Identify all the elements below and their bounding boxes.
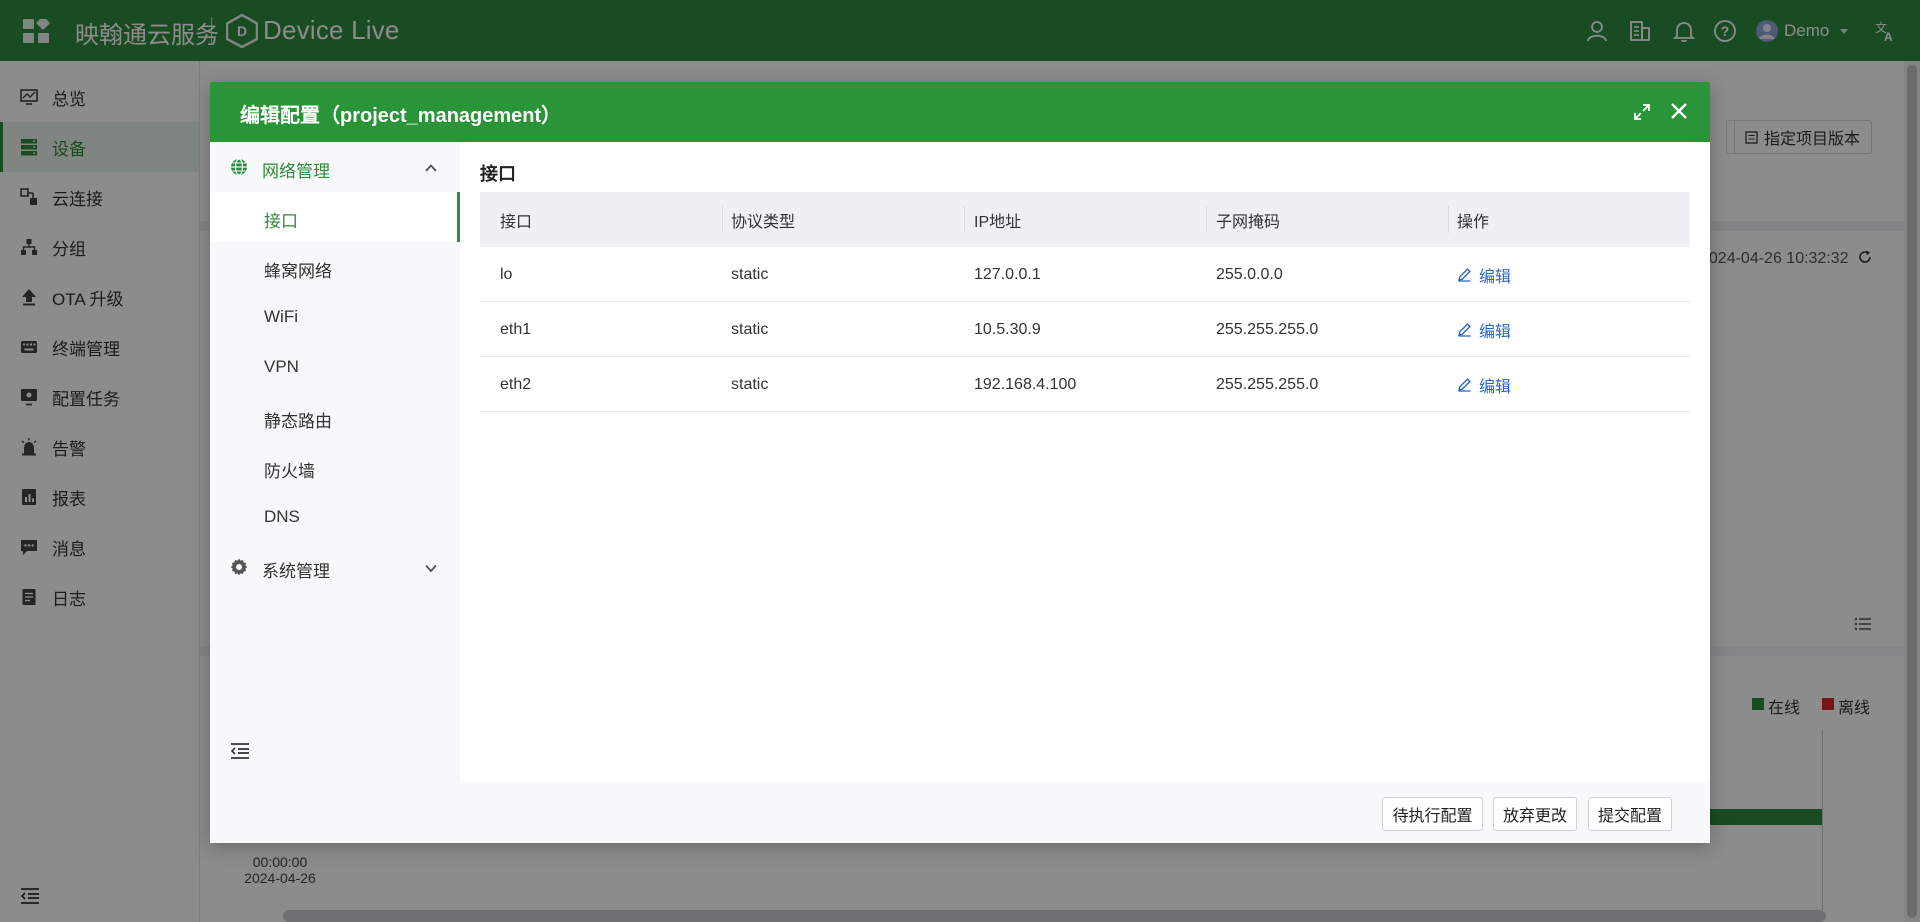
menu-item-label: DNS xyxy=(264,507,300,526)
dialog-footer: 待执行配置 放弃更改 提交配置 xyxy=(210,783,1710,843)
cell-ip-address: 192.168.4.100 xyxy=(974,375,1077,393)
menu-section-network[interactable]: 网络管理 xyxy=(210,142,460,192)
column-header-netmask: 子网掩码 xyxy=(1216,213,1281,231)
menu-item-label: VPN xyxy=(264,357,299,376)
edit-button[interactable]: 编辑 xyxy=(1457,318,1511,342)
edit-label: 编辑 xyxy=(1479,268,1512,286)
cell-protocol: static xyxy=(731,320,769,338)
cell-ip-address: 127.0.0.1 xyxy=(974,265,1041,283)
cell-netmask: 255.0.0.0 xyxy=(1216,265,1283,283)
dialog-header: 编辑配置（project_management） xyxy=(210,82,1710,142)
cell-protocol: static xyxy=(731,375,769,393)
cell-netmask: 255.255.255.0 xyxy=(1216,375,1319,393)
menu-item-label: 蜂窝网络 xyxy=(264,262,332,281)
edit-pencil-icon xyxy=(1458,378,1471,392)
cell-ip-address: 10.5.30.9 xyxy=(974,320,1041,338)
menu-section-system-label: 系统管理 xyxy=(262,562,330,581)
table-header: 接口 协议类型 IP地址 子网掩码 操作 xyxy=(480,192,1690,247)
config-menu: 网络管理 接口蜂窝网络 WiFi VPN 静态路由防火墙 DNS 系统管理 xyxy=(210,142,460,783)
column-separator xyxy=(1206,206,1207,233)
discard-changes-button[interactable]: 放弃更改 xyxy=(1493,797,1577,831)
globe-icon xyxy=(231,158,247,176)
edit-label: 编辑 xyxy=(1479,378,1512,396)
column-header-interface: 接口 xyxy=(500,213,533,231)
chevron-down-icon xyxy=(425,564,437,573)
menu-item[interactable]: 防火墙 xyxy=(210,442,460,492)
menu-item[interactable]: VPN xyxy=(210,342,460,392)
section-title: 接口 xyxy=(480,164,516,184)
pending-config-button[interactable]: 待执行配置 xyxy=(1382,797,1483,831)
edit-config-dialog: 编辑配置（project_management） 网络管理 接口蜂窝网络 WiFi… xyxy=(210,82,1710,843)
edit-button[interactable]: 编辑 xyxy=(1457,263,1511,287)
menu-item[interactable]: 静态路由 xyxy=(210,392,460,442)
gear-icon xyxy=(230,558,248,576)
config-content: 接口 接口 协议类型 IP地址 子网掩码 操作 lo static 127.0.0.… xyxy=(460,142,1710,783)
column-separator xyxy=(1448,206,1449,233)
column-header-ip: IP地址 xyxy=(974,213,1022,231)
cell-netmask: 255.255.255.0 xyxy=(1216,320,1319,338)
table-row: lo static 127.0.0.1 255.0.0.0 编辑 xyxy=(480,247,1690,302)
cell-protocol: static xyxy=(731,265,769,283)
menu-item-label: WiFi xyxy=(264,307,298,326)
edit-label: 编辑 xyxy=(1479,323,1512,341)
column-header-protocol: 协议类型 xyxy=(731,213,796,231)
menu-section-network-label: 网络管理 xyxy=(262,162,330,181)
expand-icon[interactable] xyxy=(1632,102,1652,122)
menu-item[interactable]: DNS xyxy=(210,492,460,542)
cell-interface: eth2 xyxy=(500,375,532,393)
collapse-menu-icon[interactable] xyxy=(230,742,250,760)
dialog-title: 编辑配置（project_management） xyxy=(240,105,562,127)
cell-interface: eth1 xyxy=(500,320,532,338)
close-icon[interactable] xyxy=(1668,100,1690,122)
menu-item[interactable]: WiFi xyxy=(210,292,460,342)
edit-pencil-icon xyxy=(1458,323,1471,337)
menu-section-system[interactable]: 系统管理 xyxy=(210,542,460,592)
table-row: eth1 static 10.5.30.9 255.255.255.0 编辑 xyxy=(480,302,1690,357)
menu-item-label: 静态路由 xyxy=(264,412,332,431)
menu-item[interactable]: 接口 xyxy=(210,192,460,242)
table-row: eth2 static 192.168.4.100 255.255.255.0 编辑 xyxy=(480,357,1690,412)
edit-pencil-icon xyxy=(1458,268,1471,282)
column-separator xyxy=(964,206,965,233)
menu-item-label: 防火墙 xyxy=(264,462,315,481)
column-header-actions: 操作 xyxy=(1457,213,1490,231)
submit-config-button[interactable]: 提交配置 xyxy=(1588,797,1672,831)
chevron-up-icon xyxy=(425,164,437,172)
menu-item[interactable]: 蜂窝网络 xyxy=(210,242,460,292)
edit-button[interactable]: 编辑 xyxy=(1457,373,1511,397)
menu-item-label: 接口 xyxy=(264,212,298,231)
column-separator xyxy=(722,206,723,233)
cell-interface: lo xyxy=(500,265,513,283)
